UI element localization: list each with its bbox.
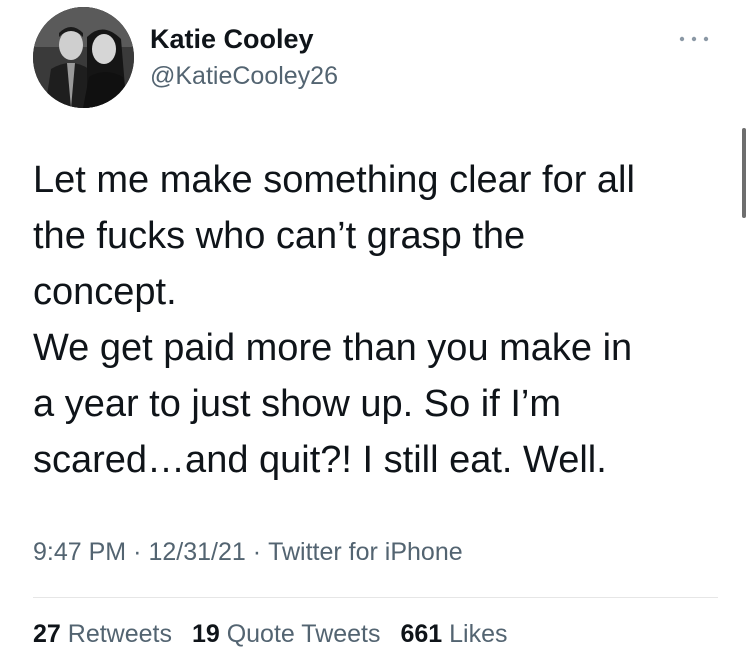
tweet-text-line: a year to just show up. So if I’m [33,383,562,425]
likes-label: Likes [449,620,508,648]
tweet-text-line: the fucks who can’t grasp the [33,215,526,257]
tweet-card: Katie Cooley @KatieCooley26 Let me make … [0,0,750,670]
engagement-stats: 27 Retweets 19 Quote Tweets 661 Likes [33,620,521,649]
quote-tweets-count: 19 [191,620,220,648]
tweet-text-line: scared…and quit?! I still eat. Well. [33,439,607,481]
tweet-date[interactable]: 12/31/21 [148,538,245,566]
more-options-icon[interactable] [676,30,712,48]
likes-count: 661 [400,620,443,648]
meta-separator: · [133,538,142,566]
tweet-time[interactable]: 9:47 PM [33,538,126,566]
divider [33,597,718,598]
quote-tweets-label: Quote Tweets [226,620,381,648]
tweet-text-line: Let me make something clear for all [33,159,635,201]
tweet-source-link[interactable]: Twitter for iPhone [268,538,463,566]
meta-separator: · [252,538,262,566]
retweets-count: 27 [33,620,61,648]
avatar[interactable] [33,7,134,108]
tweet-text-line: concept. [33,271,177,313]
avatar-photo [33,7,134,108]
retweets-stat[interactable]: 27 Retweets [33,620,172,648]
author-display-name[interactable]: Katie Cooley [150,24,314,55]
tweet-metadata: 9:47 PM · 12/31/21 · Twitter for iPhone [33,538,463,567]
tweet-text: Let me make something clear for all the … [33,152,723,488]
author-handle[interactable]: @KatieCooley26 [150,62,338,91]
quote-tweets-stat[interactable]: 19 Quote Tweets [192,620,381,648]
retweets-label: Retweets [67,620,172,648]
likes-stat[interactable]: 661 Likes [400,620,507,648]
scrollbar[interactable] [742,128,746,218]
tweet-text-line: We get paid more than you make in [33,327,633,369]
